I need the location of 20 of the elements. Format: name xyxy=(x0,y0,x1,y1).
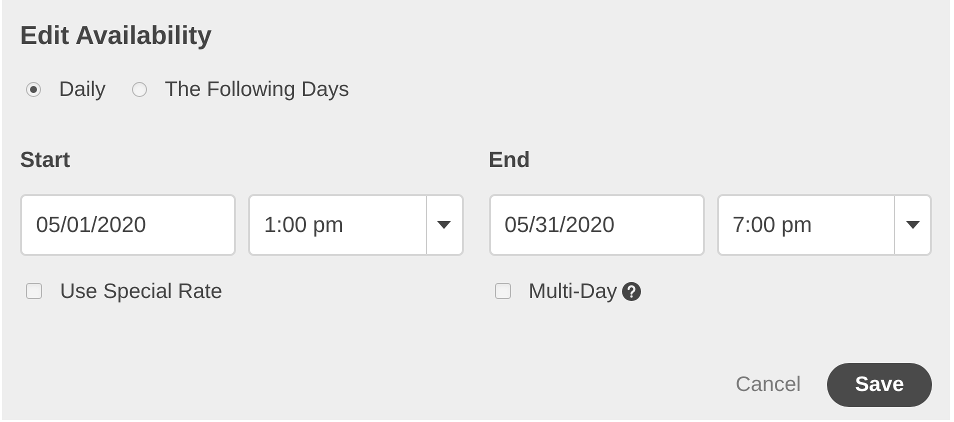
radio-button[interactable] xyxy=(132,82,147,98)
date-field[interactable]: 05/31/2020 xyxy=(488,194,704,256)
date-field[interactable]: 05/01/2020 xyxy=(20,194,236,256)
help-icon[interactable] xyxy=(622,282,642,301)
checkbox[interactable] xyxy=(494,283,510,300)
save-button[interactable]: Save xyxy=(826,363,932,407)
checkbox-label: Use Special Rate xyxy=(60,278,222,304)
caret-icon xyxy=(437,220,451,228)
radio-label: The Following Days xyxy=(164,77,350,103)
checkbox-label: Multi-Day xyxy=(528,278,618,304)
radio-label: Daily xyxy=(59,77,106,103)
time-dropdown[interactable]: 7:00 pm xyxy=(716,194,932,256)
time-dropdown[interactable]: 1:00 pm xyxy=(248,194,464,256)
section-label: End xyxy=(488,146,530,174)
checkbox[interactable] xyxy=(26,283,42,300)
section-label: Start xyxy=(20,146,70,174)
dialog-title: Edit Availability xyxy=(20,19,212,52)
cancel-link[interactable]: Cancel xyxy=(736,369,801,401)
radio-button[interactable] xyxy=(26,82,41,98)
caret-icon xyxy=(906,220,920,228)
